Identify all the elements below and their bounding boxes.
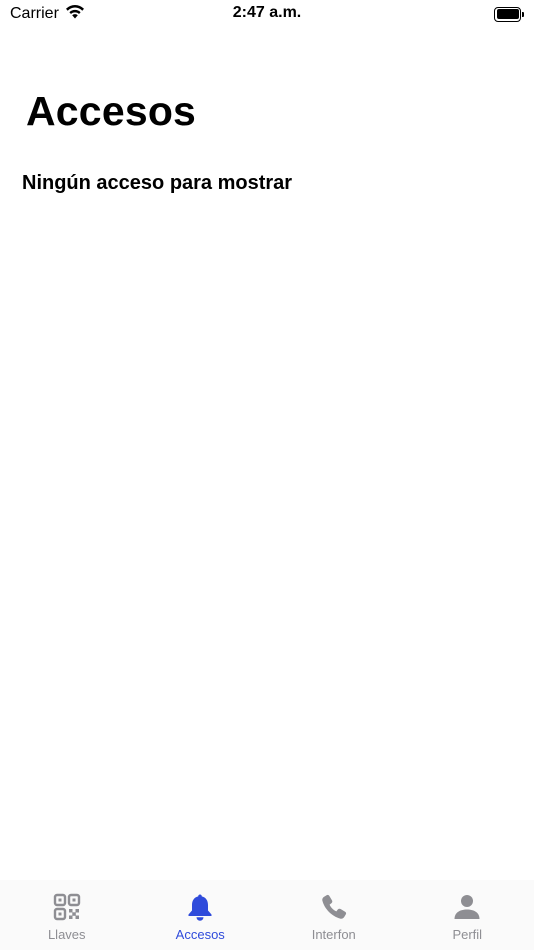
tab-interfon[interactable]: Interfon — [267, 880, 401, 950]
qr-code-icon — [52, 892, 82, 922]
tab-perfil[interactable]: Perfil — [401, 880, 534, 950]
person-icon — [452, 892, 482, 922]
screen: Carrier 2:47 a.m. Accesos Ningún acceso … — [0, 0, 534, 950]
tab-llaves[interactable]: Llaves — [0, 880, 134, 950]
bell-icon — [185, 892, 215, 922]
battery-icon — [494, 6, 524, 22]
phone-icon — [319, 892, 349, 922]
tab-label: Accesos — [175, 927, 225, 942]
tab-label: Perfil — [452, 927, 483, 942]
wifi-icon — [65, 4, 85, 24]
tab-accesos[interactable]: Accesos — [134, 880, 268, 950]
status-left: Carrier — [10, 4, 85, 24]
status-time: 2:47 a.m. — [232, 4, 302, 21]
page-title: Accesos — [26, 88, 197, 134]
carrier-label: Carrier — [10, 5, 59, 22]
tab-label: Llaves — [47, 927, 86, 942]
tab-label: Interfon — [311, 927, 356, 942]
tab-bar: Llaves Accesos Interfon Perfil — [0, 880, 534, 950]
empty-state-message: Ningún acceso para mostrar — [22, 172, 293, 194]
